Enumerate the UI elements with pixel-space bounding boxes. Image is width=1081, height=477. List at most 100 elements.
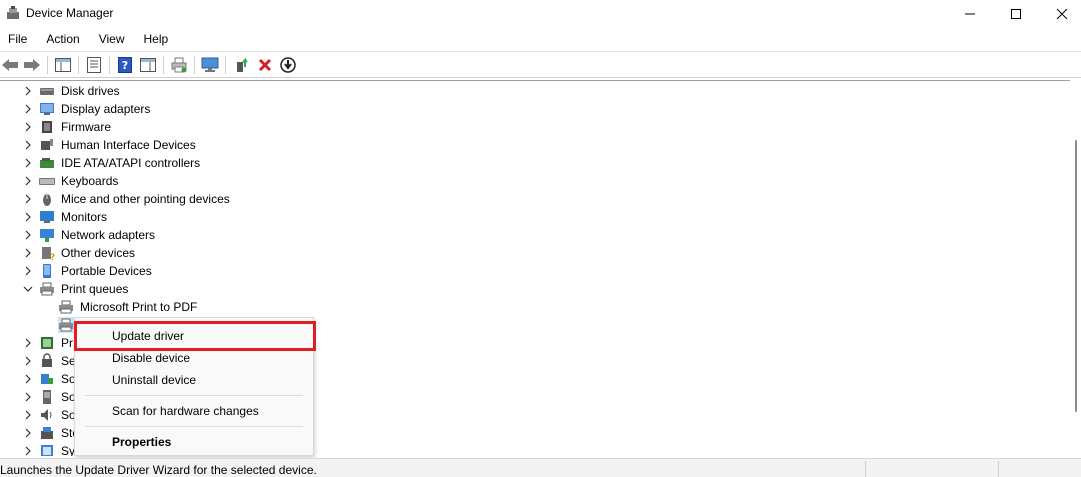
chevron-right-icon[interactable] xyxy=(22,85,34,97)
toolbar-separator xyxy=(47,56,48,74)
minimize-icon xyxy=(965,13,975,14)
tree-device-row[interactable]: Microsoft Print to PDF xyxy=(0,298,1060,316)
tree-item-label: Monitors xyxy=(61,210,108,224)
show-hide-console-tree-button[interactable] xyxy=(53,55,73,75)
chevron-right-icon[interactable] xyxy=(22,355,34,367)
properties-sheet-icon xyxy=(87,57,101,73)
tree-category-row[interactable]: Keyboards xyxy=(0,172,1060,190)
uninstall-toolbar-button[interactable] xyxy=(255,55,275,75)
chevron-right-icon[interactable] xyxy=(22,121,34,133)
keyboard-icon xyxy=(39,178,55,185)
tree-category-row[interactable]: Firmware xyxy=(0,118,1060,136)
ctx-separator xyxy=(85,426,303,427)
chevron-right-icon[interactable] xyxy=(22,409,34,421)
network-adapter-icon xyxy=(40,229,54,242)
tree-item-label: Human Interface Devices xyxy=(61,138,196,152)
action-pane-button[interactable] xyxy=(138,55,158,75)
printer-icon xyxy=(58,317,74,333)
monitor-scan-icon xyxy=(201,57,219,72)
tree-item-label: Print queues xyxy=(61,282,129,296)
help-toolbar-button[interactable]: ? xyxy=(115,55,135,75)
other-devices-icon: ? xyxy=(42,247,55,261)
chevron-right-icon[interactable] xyxy=(22,247,34,259)
storage-controller-icon xyxy=(41,427,53,439)
scrollbar-thumb[interactable] xyxy=(1075,140,1077,412)
menu-file[interactable]: File xyxy=(8,29,27,49)
tree-category-row[interactable]: Human Interface Devices xyxy=(0,136,1060,154)
tree-category-row[interactable]: Monitors xyxy=(0,208,1060,226)
back-button[interactable] xyxy=(0,55,20,75)
ctx-separator xyxy=(85,395,303,396)
ctx-uninstall-device[interactable]: Uninstall device xyxy=(75,369,313,391)
ctx-properties[interactable]: Properties xyxy=(75,431,313,453)
properties-toolbar-button[interactable] xyxy=(84,55,104,75)
display-adapter-icon xyxy=(40,103,54,115)
tree-category-row[interactable]: Print queues xyxy=(0,280,1060,298)
menu-action[interactable]: Action xyxy=(46,29,79,49)
close-button[interactable] xyxy=(1039,0,1081,27)
scan-hardware-toolbar-button[interactable] xyxy=(200,55,220,75)
tree-category-row[interactable]: Network adapters xyxy=(0,226,1060,244)
system-device-icon xyxy=(41,445,53,456)
chevron-right-icon[interactable] xyxy=(22,139,34,151)
print-icon xyxy=(171,57,187,73)
chevron-right-icon[interactable] xyxy=(22,157,34,169)
chevron-right-icon[interactable] xyxy=(22,229,34,241)
device-manager-app-icon xyxy=(7,6,19,19)
chevron-right-icon[interactable] xyxy=(22,103,34,115)
toolbar-separator xyxy=(194,56,195,74)
maximize-button[interactable] xyxy=(993,0,1039,27)
mouse-icon xyxy=(43,194,51,206)
tree-item-label: IDE ATA/ATAPI controllers xyxy=(61,156,201,170)
update-driver-highlight-box xyxy=(74,321,316,351)
processor-icon xyxy=(41,337,53,349)
print-toolbar-button[interactable] xyxy=(169,55,189,75)
monitor-icon xyxy=(40,211,54,223)
close-icon xyxy=(1056,8,1068,19)
chevron-right-icon[interactable] xyxy=(22,373,34,385)
software-component-icon xyxy=(41,374,53,384)
ctx-scan-hardware[interactable]: Scan for hardware changes xyxy=(75,400,313,422)
chevron-right-icon[interactable] xyxy=(22,211,34,223)
chevron-right-icon[interactable] xyxy=(22,175,34,187)
toolbar-separator xyxy=(78,56,79,74)
status-text: Launches the Update Driver Wizard for th… xyxy=(0,463,317,477)
chevron-right-icon[interactable] xyxy=(22,391,34,403)
software-device-icon xyxy=(43,390,51,404)
chevron-right-icon[interactable] xyxy=(22,337,34,349)
disk-drive-icon xyxy=(40,88,54,95)
chevron-down-icon[interactable] xyxy=(22,283,34,295)
forward-button[interactable] xyxy=(22,55,42,75)
maximize-icon xyxy=(1011,8,1021,19)
tree-category-row[interactable]: ? Other devices xyxy=(0,244,1060,262)
tree-item-label: Microsoft Print to PDF xyxy=(80,300,198,314)
update-driver-toolbar-button[interactable] xyxy=(232,55,252,75)
tree-category-row[interactable]: Display adapters xyxy=(0,100,1060,118)
download-circle-icon xyxy=(280,57,296,73)
printer-icon xyxy=(59,300,73,314)
chevron-right-icon[interactable] xyxy=(22,193,34,205)
chevron-right-icon[interactable] xyxy=(22,427,34,439)
portable-device-icon xyxy=(43,264,51,278)
tree-item-label: Network adapters xyxy=(61,228,156,242)
security-device-icon xyxy=(42,353,52,367)
update-driver-icon xyxy=(237,57,248,72)
tree-category-row[interactable]: Portable Devices xyxy=(0,262,1060,280)
menu-view[interactable]: View xyxy=(99,29,125,49)
svg-text:?: ? xyxy=(50,253,55,261)
menu-help[interactable]: Help xyxy=(144,29,169,49)
firmware-icon xyxy=(42,121,52,133)
disable-device-toolbar-button[interactable] xyxy=(278,55,298,75)
chevron-right-icon[interactable] xyxy=(22,265,34,277)
red-x-icon xyxy=(258,58,272,72)
tree-item-label: Keyboards xyxy=(61,174,119,188)
tree-item-label: Firmware xyxy=(61,120,111,134)
chevron-right-icon[interactable] xyxy=(22,445,34,456)
forward-arrow-icon xyxy=(24,59,40,71)
tree-category-row[interactable]: Mice and other pointing devices xyxy=(0,190,1060,208)
tree-category-row[interactable]: Disk drives xyxy=(0,82,1060,100)
tree-item-label: Mice and other pointing devices xyxy=(61,192,230,206)
minimize-button[interactable] xyxy=(947,0,993,27)
tree-item-label: Other devices xyxy=(61,246,136,260)
tree-category-row[interactable]: IDE ATA/ATAPI controllers xyxy=(0,154,1060,172)
